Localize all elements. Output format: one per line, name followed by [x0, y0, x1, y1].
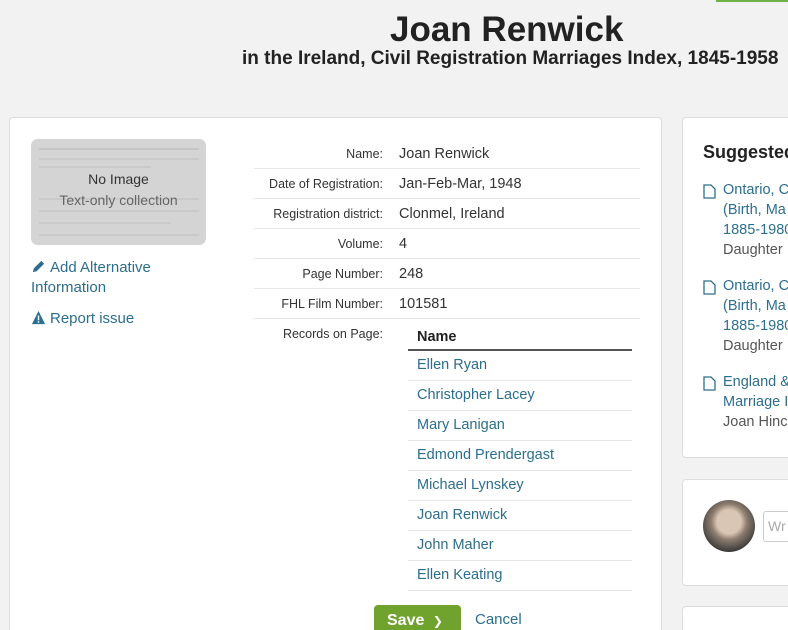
- record-link[interactable]: Joan Renwick: [408, 501, 632, 531]
- detail-row-date: Date of Registration: Jan-Feb-Mar, 1948: [254, 169, 640, 199]
- save-label: Save: [387, 612, 425, 629]
- records-header: Name: [408, 321, 632, 351]
- detail-label: Date of Registration:: [269, 176, 383, 191]
- comment-input[interactable]: Wr: [763, 511, 788, 542]
- avatar: [703, 500, 755, 552]
- detail-value: 4: [399, 235, 408, 252]
- detail-label: Registration district:: [273, 206, 383, 221]
- records-table: Name Ellen Ryan Christopher Lacey Mary L…: [408, 321, 632, 591]
- detail-row-page: Page Number: 248: [254, 259, 640, 289]
- save-button[interactable]: Save ❯: [374, 605, 461, 630]
- suggested-item[interactable]: England & Marriage I Joan Hinc: [703, 372, 788, 432]
- document-icon: [703, 184, 716, 199]
- record-link[interactable]: Ellen Keating: [408, 561, 632, 591]
- top-accent-bar: [716, 0, 788, 2]
- suggested-title: Marriage I: [723, 394, 788, 410]
- document-icon: [703, 376, 716, 391]
- detail-value: Clonmel, Ireland: [399, 205, 505, 222]
- suggested-title: Ontario, C: [723, 182, 788, 198]
- suggested-subtitle: Daughter: [723, 242, 783, 258]
- record-link[interactable]: Mary Lanigan: [408, 411, 632, 441]
- record-image-thumbnail: No Image Text-only collection: [31, 139, 206, 245]
- page-title: Joan Renwick: [390, 10, 624, 49]
- suggested-title: Ontario, C: [723, 278, 788, 294]
- detail-value: Joan Renwick: [399, 145, 490, 162]
- chevron-down-icon: ❯: [432, 614, 443, 628]
- detail-value: 101581: [399, 295, 448, 312]
- detail-label: Volume:: [337, 236, 383, 251]
- report-issue-label: Report issue: [50, 310, 135, 327]
- document-icon: [703, 280, 716, 295]
- suggested-records-panel: Suggested Ontario, C (Birth, Ma 1885-198…: [682, 117, 788, 458]
- record-card: No Image Text-only collection Add Altern…: [9, 117, 662, 630]
- suggested-title: (Birth, Ma: [723, 202, 786, 218]
- detail-label: Page Number:: [302, 266, 383, 281]
- warning-icon: [31, 310, 46, 325]
- detail-value: Jan-Feb-Mar, 1948: [399, 175, 522, 192]
- detail-row-film: FHL Film Number: 101581: [254, 289, 640, 319]
- record-link[interactable]: Edmond Prendergast: [408, 441, 632, 471]
- record-details: Name: Joan Renwick Date of Registration: J…: [254, 139, 640, 319]
- record-link[interactable]: Christopher Lacey: [408, 381, 632, 411]
- detail-label: FHL Film Number:: [281, 296, 383, 311]
- record-link[interactable]: Michael Lynskey: [408, 471, 632, 501]
- suggested-title: 1885-1980: [723, 222, 788, 238]
- suggested-item[interactable]: Ontario, C (Birth, Ma 1885-1980 Daughter: [703, 276, 788, 356]
- add-alternative-label: Add Alternative Information: [31, 259, 151, 296]
- pencil-icon: [32, 260, 45, 273]
- detail-row-name: Name: Joan Renwick: [254, 139, 640, 169]
- record-link[interactable]: John Maher: [408, 531, 632, 561]
- suggested-title: (Birth, Ma: [723, 298, 786, 314]
- detail-value: 248: [399, 265, 424, 282]
- detail-label: Name:: [346, 146, 383, 161]
- text-only-label: Text-only collection: [59, 192, 178, 208]
- suggested-heading: Suggested: [703, 142, 788, 162]
- collection-subtitle: in the Ireland, Civil Registration Marri…: [242, 48, 779, 69]
- suggested-subtitle: Joan Hinc: [723, 414, 788, 430]
- lower-panel: [682, 606, 788, 630]
- records-on-page-label: Records on Page:: [282, 327, 383, 341]
- suggested-item[interactable]: Ontario, C (Birth, Ma 1885-1980 Daughter: [703, 180, 788, 260]
- suggested-title: England &: [723, 374, 788, 390]
- no-image-label: No Image: [88, 171, 149, 187]
- detail-row-volume: Volume: 4: [254, 229, 640, 259]
- suggested-subtitle: Daughter: [723, 338, 783, 354]
- cancel-link[interactable]: Cancel: [475, 611, 522, 628]
- report-issue-link[interactable]: Report issue: [31, 309, 134, 329]
- comment-panel: Wr: [682, 479, 788, 586]
- record-link[interactable]: Ellen Ryan: [408, 351, 632, 381]
- detail-row-district: Registration district: Clonmel, Ireland: [254, 199, 640, 229]
- suggested-title: 1885-1980: [723, 318, 788, 334]
- add-alternative-link[interactable]: Add Alternative Information: [31, 258, 181, 298]
